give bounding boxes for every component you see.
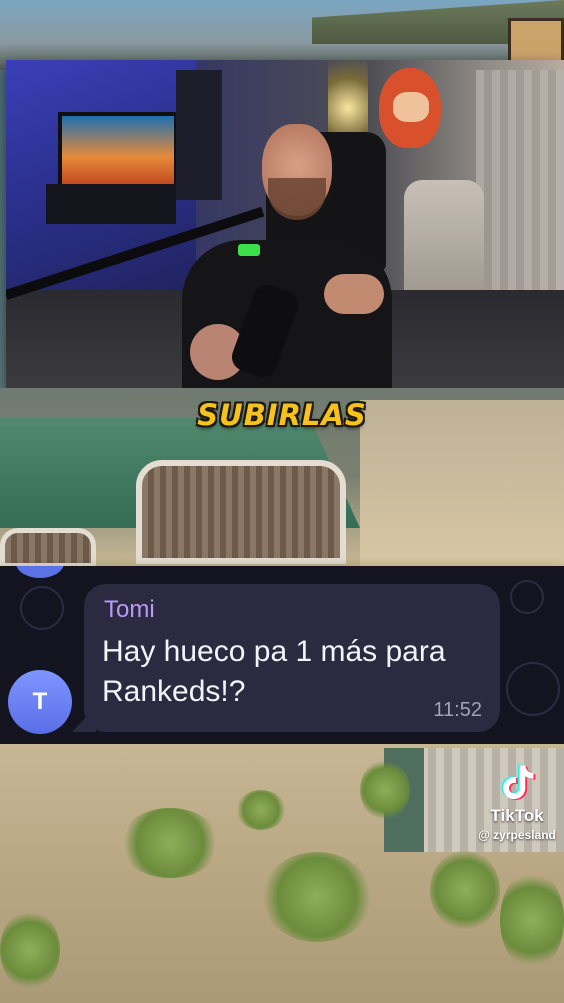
tiktok-logo-icon bbox=[501, 764, 536, 801]
chat-background-doodle bbox=[510, 580, 544, 614]
shelf bbox=[176, 70, 222, 200]
tv-screen bbox=[58, 112, 178, 188]
chat-background-doodle bbox=[506, 662, 560, 716]
sender-name[interactable]: Tomi bbox=[104, 596, 155, 624]
game-bush bbox=[236, 790, 286, 830]
tiktok-watermark: TikTok @ zyrpesland bbox=[470, 760, 564, 850]
video-caption: SUBIRLAS bbox=[197, 398, 367, 432]
message-text: Hay hueco pa 1 más para Rankeds!? bbox=[102, 635, 446, 708]
tiktok-brand-label: TikTok bbox=[490, 806, 544, 825]
game-fence bbox=[136, 460, 346, 564]
streamer-hand bbox=[324, 274, 384, 314]
game-fence-small bbox=[0, 528, 96, 568]
game-bush bbox=[360, 760, 410, 820]
game-bush bbox=[430, 850, 500, 930]
streamer-webcam bbox=[6, 60, 564, 388]
mic-indicator-light bbox=[238, 244, 260, 256]
game-bush bbox=[262, 852, 372, 942]
game-bush bbox=[0, 910, 60, 990]
message-bubble[interactable]: Tomi Hay hueco pa 1 más para Rankeds!? 1… bbox=[84, 584, 500, 732]
tv-stand bbox=[46, 184, 176, 224]
game-bush bbox=[500, 870, 564, 970]
video-frame: SUBIRLAS T Tomi Hay hueco pa 1 más para … bbox=[0, 0, 564, 1003]
chat-background-doodle bbox=[20, 586, 64, 630]
previous-avatar bbox=[16, 566, 64, 578]
wall-poster bbox=[379, 68, 441, 148]
chat-message-panel: T Tomi Hay hueco pa 1 más para Rankeds!?… bbox=[0, 566, 564, 744]
game-bush bbox=[120, 808, 220, 878]
message-time: 11:52 bbox=[433, 699, 482, 721]
sender-avatar[interactable]: T bbox=[8, 670, 72, 734]
tiktok-handle: @ zyrpesland bbox=[478, 828, 556, 842]
